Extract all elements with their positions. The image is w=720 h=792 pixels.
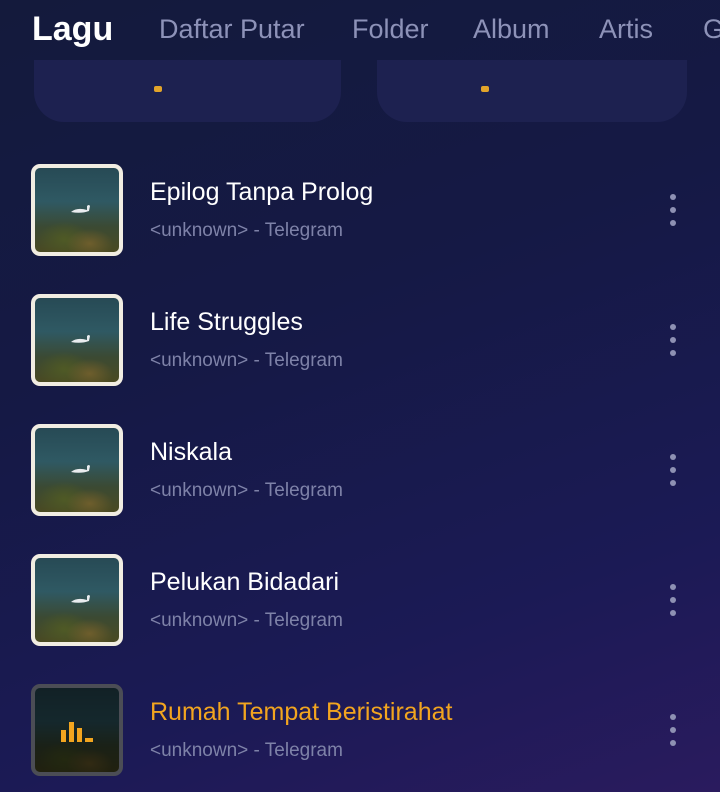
tab-lagu[interactable]: Lagu <box>32 10 113 49</box>
more-vertical-icon[interactable] <box>660 190 686 230</box>
more-vertical-icon[interactable] <box>660 450 686 490</box>
tab-daftar-putar[interactable]: Daftar Putar <box>159 14 305 45</box>
shortcut-card-left[interactable] <box>34 60 341 122</box>
swan-image <box>71 335 90 343</box>
song-subtitle: <unknown> - Telegram <box>150 740 343 761</box>
more-vertical-icon[interactable] <box>660 710 686 750</box>
tab-folder[interactable]: Folder <box>352 14 429 45</box>
shortcut-icon <box>481 86 489 92</box>
album-art <box>31 424 123 516</box>
song-title: Pelukan Bidadari <box>150 568 340 596</box>
album-art <box>31 684 123 776</box>
song-subtitle: <unknown> - Telegram <box>150 610 343 631</box>
song-item[interactable]: Epilog Tanpa Prolog <unknown> - Telegram <box>0 150 720 260</box>
more-vertical-icon[interactable] <box>660 580 686 620</box>
song-title: Epilog Tanpa Prolog <box>150 178 374 206</box>
song-title: Rumah Tempat Beristirahat <box>150 698 453 726</box>
song-subtitle: <unknown> - Telegram <box>150 350 343 371</box>
swan-image <box>71 595 90 603</box>
album-art <box>31 164 123 256</box>
song-item-playing[interactable]: Rumah Tempat Beristirahat <unknown> - Te… <box>0 670 720 780</box>
song-item[interactable]: Niskala <unknown> - Telegram <box>0 410 720 520</box>
swan-image <box>71 205 90 213</box>
more-vertical-icon[interactable] <box>660 320 686 360</box>
shortcut-icon <box>154 86 162 92</box>
shortcut-card-right[interactable] <box>377 60 687 122</box>
album-art <box>31 294 123 386</box>
song-title: Life Struggles <box>150 308 303 336</box>
song-item[interactable]: Pelukan Bidadari <unknown> - Telegram <box>0 540 720 650</box>
swan-image <box>71 465 90 473</box>
equalizer-icon <box>61 722 93 742</box>
song-title: Niskala <box>150 438 232 466</box>
song-subtitle: <unknown> - Telegram <box>150 220 343 241</box>
tab-partial[interactable]: G <box>703 14 720 45</box>
song-subtitle: <unknown> - Telegram <box>150 480 343 501</box>
tab-album[interactable]: Album <box>473 14 550 45</box>
album-art <box>31 554 123 646</box>
song-item[interactable]: Life Struggles <unknown> - Telegram <box>0 280 720 390</box>
tab-artis[interactable]: Artis <box>599 14 653 45</box>
